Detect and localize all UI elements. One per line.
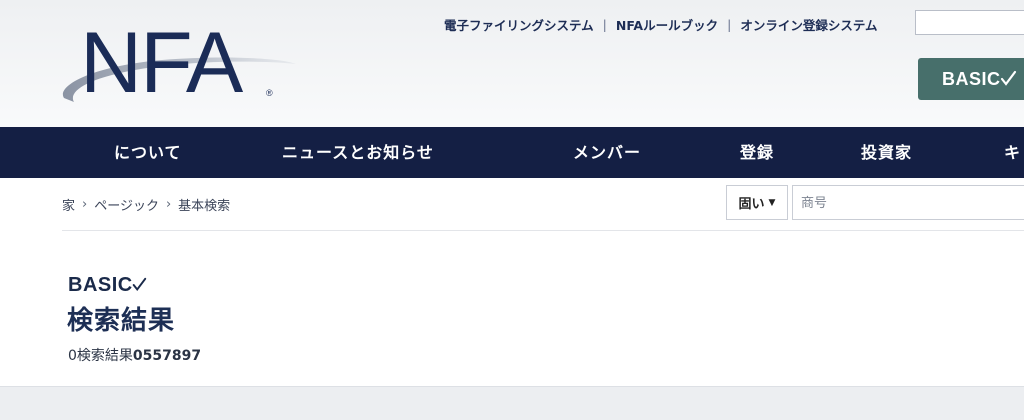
nav-item-news[interactable]: ニュースとお知らせ (282, 127, 434, 178)
breadcrumb-home[interactable]: 家 (62, 195, 75, 214)
basic-button-label: BASIC (942, 68, 1001, 89)
result-count-label: 検索結果 (76, 348, 133, 364)
logo-text: NFA (80, 15, 244, 111)
nfa-logo[interactable]: NFA ® (52, 14, 302, 112)
nav-item-members[interactable]: メンバー (573, 127, 641, 178)
nav-item-registration[interactable]: 登録 (740, 127, 774, 178)
footer-band (0, 386, 1024, 420)
chevron-down-icon: ▼ (768, 197, 776, 208)
chevron-right-icon: › (165, 196, 172, 212)
breadcrumb: 家 › ページック › 基本検索 (62, 195, 231, 214)
basic-brand-text: BASIC (68, 273, 133, 296)
nav-item-more[interactable]: キ (1004, 127, 1021, 178)
result-count: 0検索結果0557897 (68, 345, 201, 365)
checkmark-icon (132, 277, 146, 292)
nav-item-about[interactable]: について (114, 127, 182, 178)
divider (62, 230, 1024, 231)
main-nav: について ニュースとお知らせ メンバー 登録 投資家 キ (0, 127, 1024, 178)
result-query-id: 0557897 (132, 348, 202, 364)
search-type-select[interactable]: 固い ▼ (726, 185, 788, 220)
site-header: NFA ® 電子ファイリングシステム | NFAルールブック | オンライン登録… (0, 0, 1024, 127)
breadcrumb-current: 基本検索 (178, 198, 231, 214)
chevron-right-icon: › (82, 196, 88, 212)
firm-name-input[interactable] (792, 185, 1024, 220)
basic-brand-label: BASIC (68, 273, 147, 297)
top-link-e-filing[interactable]: 電子ファイリングシステム (444, 15, 594, 34)
top-link-rulebook[interactable]: NFAルールブック (616, 15, 718, 34)
svg-text:®: ® (266, 88, 273, 98)
top-link-separator: | (727, 16, 732, 32)
checkmark-icon (1000, 70, 1016, 86)
page-title: 検索結果 (67, 306, 176, 336)
basic-button[interactable]: BASIC (918, 58, 1024, 100)
result-count-number: 0 (68, 348, 77, 364)
search-type-value: 固い (738, 197, 765, 212)
top-link-separator: | (602, 16, 607, 32)
breadcrumb-basic[interactable]: ページック (94, 195, 159, 214)
header-search-input[interactable] (915, 10, 1024, 35)
top-links: 電子ファイリングシステム | NFAルールブック | オンライン登録システム (444, 15, 877, 33)
top-link-online-registration[interactable]: オンライン登録システム (740, 15, 877, 34)
nav-item-investors[interactable]: 投資家 (861, 127, 912, 178)
